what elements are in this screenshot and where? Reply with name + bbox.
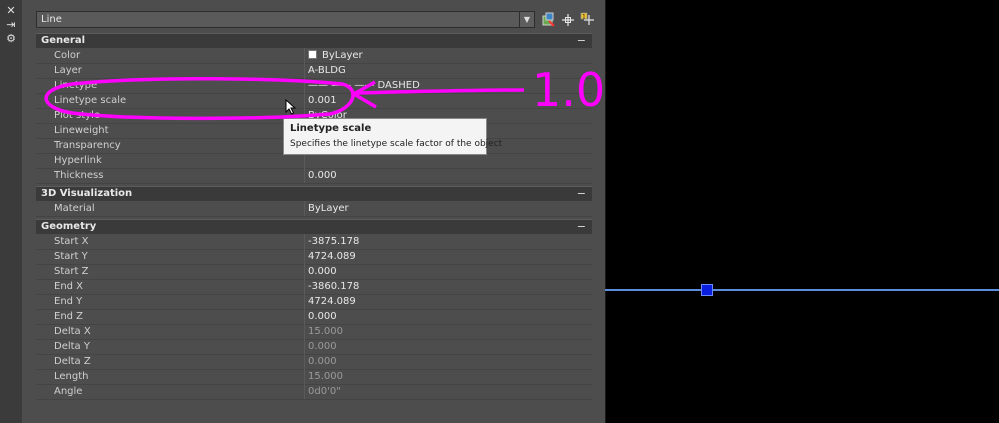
property-name: Start Y [54,251,88,262]
annotation-text: 1.0 [532,63,605,117]
property-name: Start X [54,236,89,247]
property-row[interactable]: Delta Z 0.000 [36,354,592,370]
property-row[interactable]: Length 15.000 [36,369,592,385]
property-name: Delta Y [54,341,90,352]
property-value-text: 15.000 [308,326,343,337]
property-name: End Y [54,296,83,307]
property-value-text: -3860.178 [308,281,360,292]
section-header[interactable]: Geometry − [36,219,592,234]
column-divider [304,369,305,384]
section-header[interactable]: 3D Visualization − [36,186,592,201]
property-row[interactable]: Start Y 4724.089 [36,249,592,265]
property-value[interactable]: 4724.089 [308,294,356,309]
property-value[interactable]: ByLayer [308,201,349,216]
property-value-text: 4724.089 [308,251,356,262]
property-name: End X [54,281,84,292]
column-divider [304,201,305,216]
column-divider [304,279,305,294]
property-row[interactable]: End X -3860.178 [36,279,592,295]
property-value-text: ByLayer [308,203,349,214]
property-value-text: 0.000 [308,356,337,367]
property-value[interactable]: 0.000 [308,339,337,354]
property-row[interactable]: Delta Y 0.000 [36,339,592,355]
property-value[interactable]: -3875.178 [308,234,359,249]
property-name: End Z [54,311,84,322]
property-value[interactable]: -3860.178 [308,279,359,294]
column-divider [304,384,305,399]
collapse-icon[interactable]: − [577,220,586,234]
column-divider [304,294,305,309]
property-name: Material [54,203,95,214]
property-value-text: 0.000 [308,170,337,181]
property-value[interactable]: 4724.089 [308,249,356,264]
property-value-text: 0.000 [308,341,337,352]
property-row[interactable]: Angle 0d0'0" [36,384,592,400]
property-value[interactable]: 0.000 [308,354,337,369]
property-row[interactable]: Start X -3875.178 [36,234,592,250]
column-divider [304,324,305,339]
property-value-text: 15.000 [308,371,343,382]
property-row[interactable]: Start Z 0.000 [36,264,592,280]
section-title: 3D Visualization [41,188,133,199]
property-value[interactable]: 0d0'0" [308,384,341,399]
column-divider [304,249,305,264]
property-value[interactable]: 0.000 [308,168,337,183]
column-divider [304,234,305,249]
property-row[interactable]: Material ByLayer [36,201,592,217]
column-divider [304,168,305,183]
collapse-icon[interactable]: − [577,187,586,201]
property-row[interactable]: Delta X 15.000 [36,324,592,340]
property-value-text: 4724.089 [308,296,356,307]
property-name: Thickness [54,170,104,181]
property-name: Delta Z [54,356,91,367]
property-value-text: -3875.178 [308,236,360,247]
property-value-text: 0.000 [308,266,337,277]
column-divider [304,264,305,279]
property-row[interactable]: End Y 4724.089 [36,294,592,310]
column-divider [304,354,305,369]
property-value[interactable]: 0.000 [308,309,337,324]
line-midpoint-grip[interactable] [701,284,713,296]
handwritten-annotation: 1.0 [44,63,605,121]
column-divider [304,339,305,354]
property-name: Start Z [54,266,89,277]
property-value[interactable]: 0.000 [308,264,337,279]
property-name: Length [54,371,89,382]
property-value[interactable]: 15.000 [308,324,343,339]
property-row[interactable]: End Z 0.000 [36,309,592,325]
property-value[interactable]: 15.000 [308,369,343,384]
property-value-text: 0.000 [308,311,337,322]
selected-line[interactable] [605,289,999,291]
column-divider [304,309,305,324]
property-name: Delta X [54,326,91,337]
section-title: Geometry [41,221,97,232]
property-row[interactable]: Thickness 0.000 [36,168,592,184]
property-name: Angle [54,386,83,397]
property-value-text: 0d0'0" [308,386,341,397]
